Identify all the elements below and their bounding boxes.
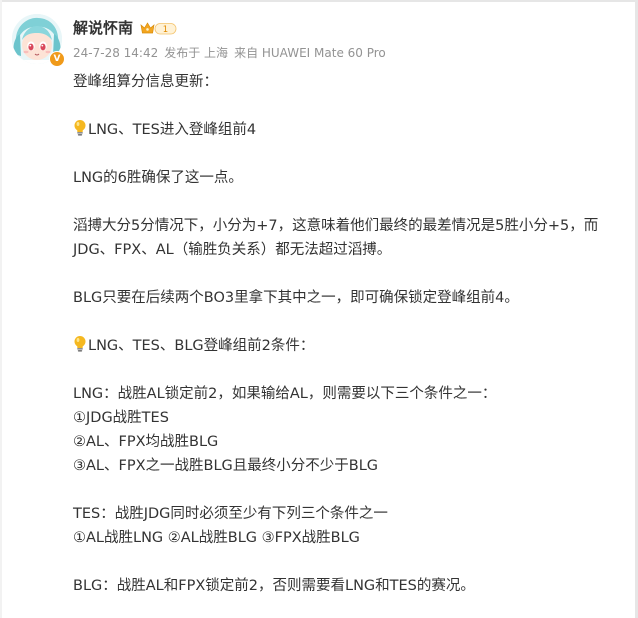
content-heading-line: LNG、TES进入登峰组前4 [73, 118, 618, 142]
content-line: BLG只要在后续两个BO3里拿下其中之一，即可确保锁定登峰组前4。 [73, 290, 519, 306]
heading-text: LNG、TES进入登峰组前4 [88, 122, 257, 138]
post-content: 登峰组算分信息更新： LNG、TES进入登峰组前4 LNG的6胜确保了这一点。 … [73, 70, 618, 598]
content-line: ③AL、FPX之一战胜BLG且最终小分不少于BLG [73, 458, 379, 474]
post-device: 来自 HUAWEI Mate 60 Pro [234, 46, 386, 60]
content-line: ②AL、FPX均战胜BLG [73, 434, 219, 450]
lightbulb-icon [74, 120, 86, 136]
verified-badge-icon: V [49, 51, 65, 67]
lightbulb-icon [74, 336, 86, 352]
post-time[interactable]: 24-7-28 14:42 [73, 46, 158, 60]
card-left-border [0, 0, 2, 618]
content-line: LNG的6胜确保了这一点。 [73, 170, 243, 186]
content-line: BLG：战胜AL和FPX锁定前2，否则需要看LNG和TES的赛况。 [73, 578, 475, 594]
content-line: 登峰组算分信息更新： [73, 74, 218, 90]
content-line: ①AL战胜LNG ②AL战胜BLG ③FPX战胜BLG [73, 530, 360, 546]
post-meta: 24-7-28 14:42 发布于 上海 来自 HUAWEI Mate 60 Pro [73, 44, 392, 61]
author-name[interactable]: 解说怀南 [73, 17, 133, 38]
content-line: ①JDG战胜TES [73, 410, 169, 426]
card-top-border [0, 0, 638, 2]
content-line: LNG：战胜AL锁定前2，如果输给AL，则需要以下三个条件之一： [73, 386, 497, 402]
level-number: 1 [163, 25, 168, 35]
content-paragraph: 滔搏大分5分情况下，小分为+7，这意味着他们最终的最差情况是5胜小分+5，而JD… [73, 218, 599, 258]
content-line: TES：战胜JDG同时必须至少有下列三个条件之一 [73, 506, 388, 522]
heading-text: LNG、TES、BLG登峰组前2条件： [88, 338, 315, 354]
crown-level-icon: 1 [140, 21, 178, 36]
content-heading-line: LNG、TES、BLG登峰组前2条件： [73, 334, 618, 358]
post-location: 发布于 上海 [164, 46, 229, 60]
